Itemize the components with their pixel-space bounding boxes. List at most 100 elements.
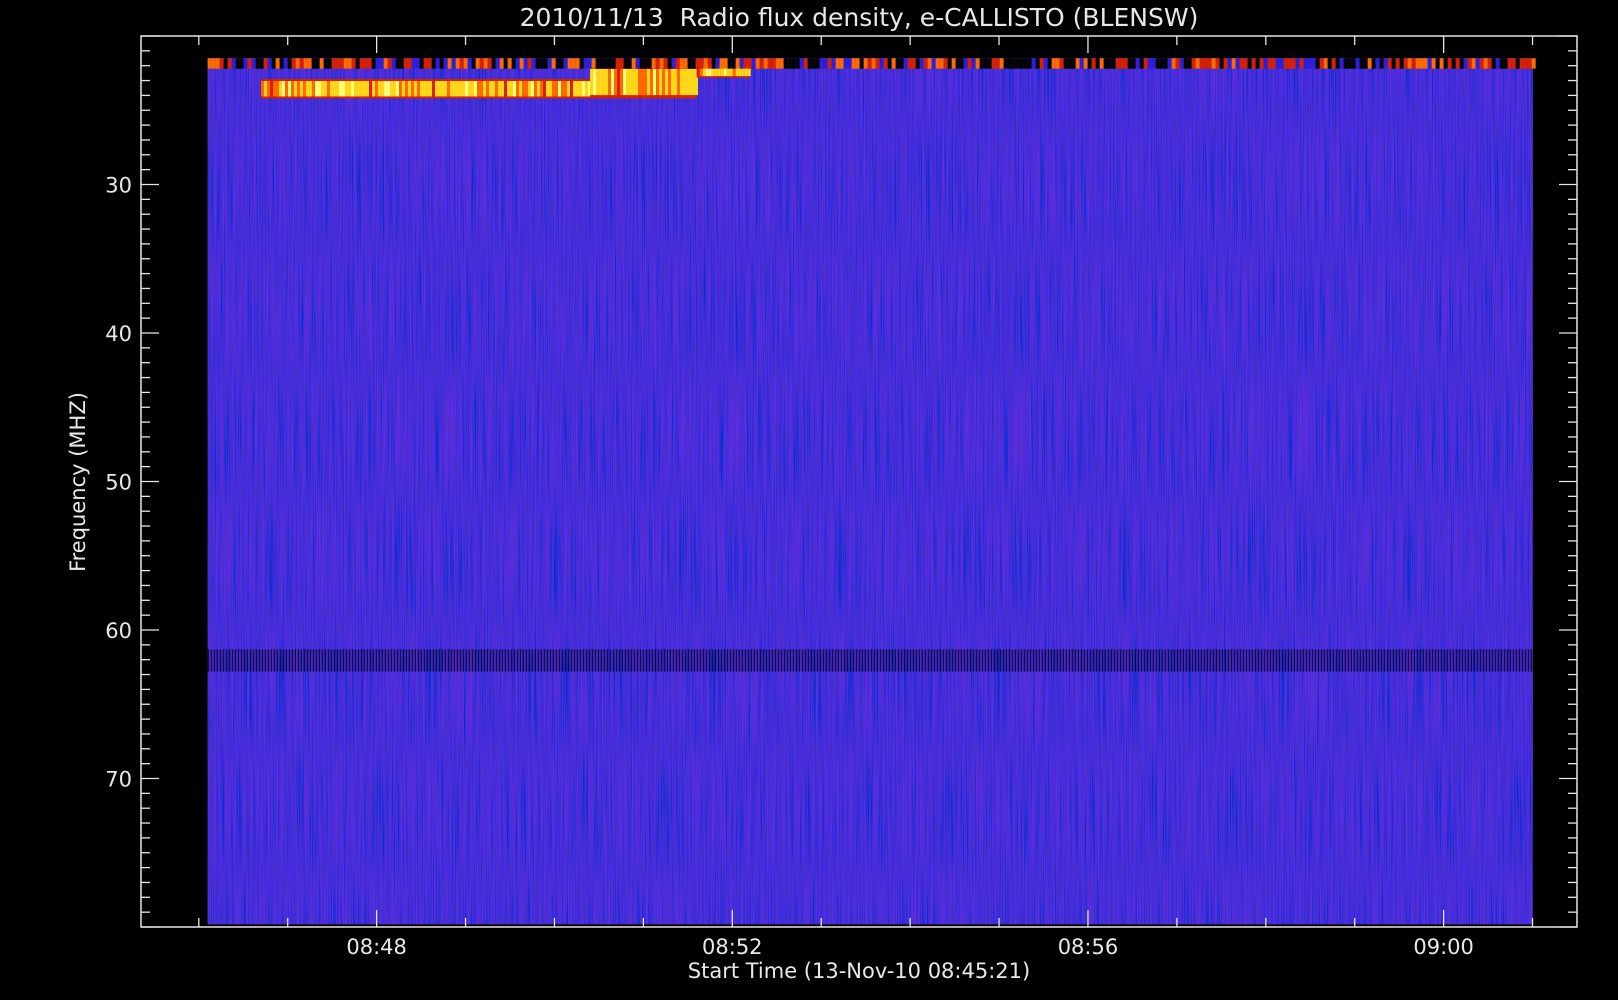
band-pixel: [957, 649, 960, 672]
band-pixel: [327, 58, 332, 69]
band-pixel: [1471, 58, 1476, 69]
band-pixel: [1164, 649, 1167, 672]
band-pixel: [963, 58, 968, 69]
band-pixel: [1266, 649, 1269, 672]
band-pixel: [863, 58, 868, 69]
band-pixel: [1515, 649, 1518, 672]
burst-pixel: [564, 80, 568, 97]
burst-pixel: [357, 80, 361, 97]
band-pixel: [1099, 58, 1104, 69]
band-pixel: [867, 649, 870, 672]
band-pixel: [723, 649, 726, 672]
band-pixel: [444, 649, 447, 672]
band-pixel: [1182, 649, 1185, 672]
band-pixel: [1038, 649, 1041, 672]
band-pixel: [1291, 58, 1296, 69]
band-pixel: [1235, 58, 1240, 69]
band-pixel: [669, 649, 672, 672]
band-pixel: [1152, 649, 1155, 672]
band-pixel: [1275, 58, 1280, 69]
band-pixel: [819, 58, 824, 69]
band-pixel: [1140, 649, 1143, 672]
band-pixel: [615, 58, 620, 69]
band-pixel: [993, 649, 996, 672]
band-pixel: [1371, 649, 1374, 672]
band-pixel: [383, 58, 388, 69]
band-pixel: [1523, 58, 1528, 69]
band-pixel: [727, 58, 732, 69]
band-pixel: [456, 649, 459, 672]
burst-pixel: [417, 80, 421, 97]
band-pixel: [945, 649, 948, 672]
band-pixel: [959, 58, 964, 69]
band-pixel: [765, 649, 768, 672]
band-pixel: [1259, 58, 1264, 69]
band-pixel: [882, 649, 885, 672]
band-pixel: [1399, 58, 1404, 69]
burst-pixel: [656, 68, 660, 96]
burst-pixel: [555, 80, 559, 97]
band-pixel: [1347, 649, 1350, 672]
band-pixel: [1086, 649, 1089, 672]
band-pixel: [393, 649, 396, 672]
band-pixel: [1263, 58, 1268, 69]
burst-pixel: [426, 80, 430, 97]
band-pixel: [627, 649, 630, 672]
band-pixel: [477, 649, 480, 672]
burst-pixel: [617, 68, 621, 96]
band-pixel: [1255, 58, 1260, 69]
band-pixel: [1335, 649, 1338, 672]
band-pixel: [1499, 58, 1504, 69]
band-pixel: [516, 649, 519, 672]
band-pixel: [875, 58, 880, 69]
band-pixel: [1188, 649, 1191, 672]
band-pixel: [699, 58, 704, 69]
band-pixel: [503, 58, 508, 69]
band-pixel: [639, 58, 644, 69]
band-pixel: [919, 58, 924, 69]
band-pixel: [660, 649, 663, 672]
band-pixel: [447, 58, 452, 69]
burst-pixel: [501, 80, 505, 97]
band-pixel: [1303, 58, 1308, 69]
burst-pixel: [477, 80, 481, 97]
band-pixel: [690, 649, 693, 672]
band-pixel: [1011, 58, 1016, 69]
band-pixel: [923, 58, 928, 69]
band-pixel: [1260, 649, 1263, 672]
band-pixel: [939, 58, 944, 69]
band-pixel: [1003, 58, 1008, 69]
burst-pixel: [471, 80, 475, 97]
band-pixel: [459, 58, 464, 69]
band-pixel: [1473, 649, 1476, 672]
band-pixel: [1446, 649, 1449, 672]
band-pixel: [282, 649, 285, 672]
band-pixel: [705, 649, 708, 672]
band-pixel: [1458, 649, 1461, 672]
burst-pixel: [345, 80, 349, 97]
burst-pixel: [300, 80, 304, 97]
band-pixel: [927, 649, 930, 672]
band-pixel: [954, 649, 957, 672]
band-pixel: [599, 58, 604, 69]
burst-pixel: [516, 80, 520, 97]
band-pixel: [834, 649, 837, 672]
band-pixel: [321, 649, 324, 672]
band-pixel: [1483, 58, 1488, 69]
band-pixel: [930, 649, 933, 672]
band-pixel: [423, 649, 426, 672]
burst-pixel: [318, 80, 322, 97]
band-pixel: [315, 58, 320, 69]
band-pixel: [1128, 649, 1131, 672]
band-pixel: [1187, 58, 1192, 69]
band-pixel: [1191, 58, 1196, 69]
band-pixel: [1199, 58, 1204, 69]
band-pixel: [1015, 58, 1020, 69]
band-pixel: [1423, 58, 1428, 69]
burst-pixel: [276, 80, 280, 97]
band-pixel: [1500, 649, 1503, 672]
band-pixel: [1059, 58, 1064, 69]
band-pixel: [483, 649, 486, 672]
band-pixel: [471, 649, 474, 672]
burst-pixel: [510, 80, 514, 97]
